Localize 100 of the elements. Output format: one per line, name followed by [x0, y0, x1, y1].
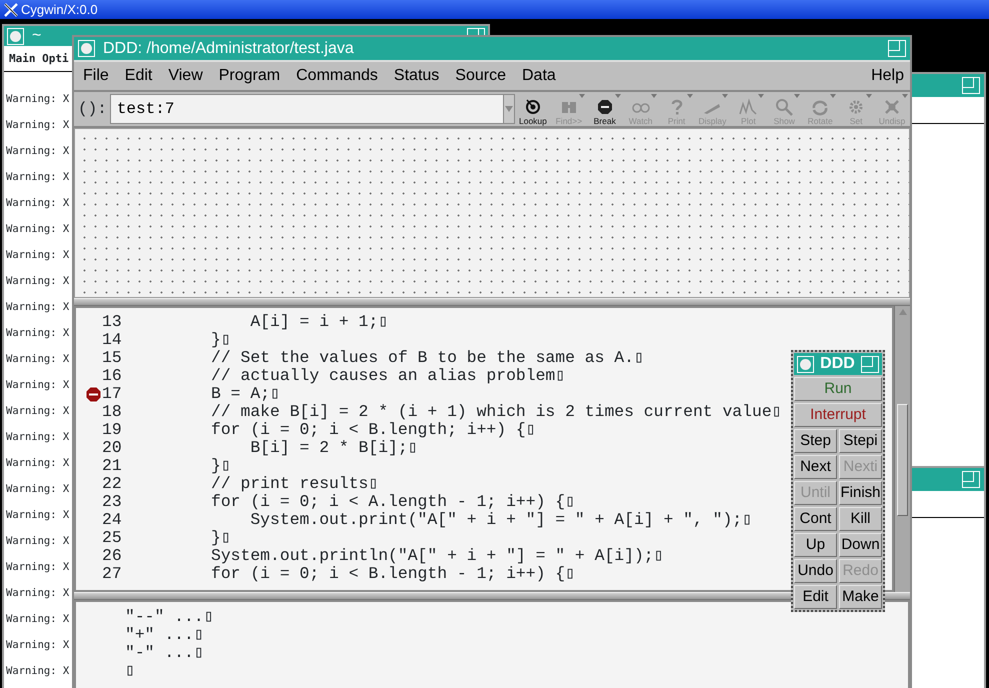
command-button[interactable]: Step [794, 429, 837, 453]
breakpoint-stop-icon[interactable] [86, 386, 101, 402]
command-button[interactable]: Interrupt [794, 403, 882, 427]
plot-icon [739, 98, 758, 116]
target-icon [524, 98, 542, 116]
line-number: 22 [102, 475, 123, 493]
code-line: A[i] = i + 1;▯ [249, 313, 388, 331]
command-button[interactable]: Up [794, 533, 837, 557]
menu-item[interactable]: Status [394, 64, 440, 88]
terminal-line: Warning: X [6, 145, 70, 158]
code-line: for (i = 0; i < A.length - 1; i++) {▯ [211, 493, 575, 511]
terminal-line: Warning: X [6, 275, 70, 288]
menu-item[interactable]: Edit [124, 64, 152, 88]
x-logo-icon [4, 2, 18, 16]
line-number: 16 [102, 367, 123, 385]
console-line: "--" ...▯ [125, 608, 215, 626]
pane-sash[interactable] [74, 592, 910, 600]
line-number: 17 [102, 385, 123, 403]
command-button[interactable]: Undo [794, 559, 837, 583]
menu-item[interactable]: Data [522, 64, 556, 88]
argument-label: (): [78, 100, 107, 118]
code-line: // actually causes an alias problem▯ [211, 367, 566, 385]
code-line: }▯ [211, 529, 231, 547]
toolbar-button[interactable]: Lookup [514, 92, 551, 126]
line-number: 14 [102, 331, 123, 349]
command-button[interactable]: Edit [794, 585, 837, 609]
terminal-line: Warning: X [6, 197, 70, 210]
command-button[interactable]: Run [794, 377, 882, 401]
menu-item[interactable]: Program [218, 64, 280, 88]
toolbar-button[interactable]: Break [586, 92, 623, 126]
window-title: DDD: /home/Administrator/test.java [103, 38, 354, 58]
code-line: System.out.print("A[" + i + "] = " + A[i] + ", ");▯ [249, 511, 752, 529]
window-menu-icon[interactable] [78, 40, 95, 57]
command-button[interactable]: Stepi [839, 429, 882, 453]
caret-icon [505, 105, 514, 113]
line-number: 24 [102, 511, 123, 529]
window-menu-icon[interactable] [7, 28, 24, 44]
terminal-line: Warning: X [6, 431, 70, 444]
terminal-line: Warning: X [6, 119, 70, 132]
maximize-icon[interactable] [962, 471, 980, 488]
command-button[interactable]: Make [839, 585, 882, 609]
terminal-line: Warning: X [6, 457, 70, 470]
line-number: 19 [102, 421, 123, 439]
terminal-line: Warning: X [6, 535, 70, 548]
maximize-icon[interactable] [962, 77, 980, 94]
menu-item[interactable]: View [168, 64, 203, 88]
scrollbar[interactable] [894, 306, 910, 592]
maximize-icon[interactable] [467, 28, 485, 36]
menu-item[interactable]: Source [455, 64, 506, 88]
menu-item[interactable]: Commands [296, 64, 378, 88]
argument-field[interactable]: test:7 [110, 94, 504, 124]
command-button[interactable]: Down [839, 533, 882, 557]
menu-item[interactable]: File [83, 64, 109, 88]
menu-item[interactable]: Help [871, 64, 904, 88]
line-number: 26 [102, 547, 123, 565]
line-number: 23 [102, 493, 123, 511]
terminal-line: Warning: X [6, 405, 70, 418]
line-number: 25 [102, 529, 123, 547]
console-line: ▯ [125, 662, 136, 680]
terminal-line: Warning: X [6, 301, 70, 314]
maximize-icon[interactable] [860, 356, 879, 372]
line-number: 18 [102, 403, 123, 421]
terminal-line: Warning: X [6, 509, 70, 522]
line-number: 13 [102, 313, 123, 331]
code-line: }▯ [211, 331, 231, 349]
window-title: ~ [32, 26, 42, 46]
console-line: "+" ...▯ [125, 626, 205, 644]
cross-icon [883, 98, 901, 116]
rotate-icon [811, 98, 830, 116]
scroll-up-icon[interactable] [898, 308, 908, 316]
dropdown-button[interactable] [503, 94, 515, 124]
terminal-line: Warning: X [6, 561, 70, 574]
terminal-line: Warning: X [6, 665, 70, 678]
gear-icon [847, 98, 866, 116]
command-button[interactable]: Cont [794, 507, 837, 531]
terminal-line: Warning: X [6, 639, 70, 652]
code-line: System.out.println("A[" + i + "] = " + A[i]);▯ [211, 547, 664, 565]
line-number: 20 [102, 439, 123, 457]
command-button[interactable]: Next [794, 455, 837, 479]
code-line: for (i = 0; i < B.length - 1; i++) {▯ [211, 565, 575, 583]
code-line: B = A;▯ [211, 385, 280, 403]
line-number: 27 [102, 565, 123, 583]
menu-item[interactable]: Main Opti [9, 52, 69, 65]
code-line: for (i = 0; i < B.length; i++) {▯ [211, 421, 536, 439]
stop-sign-icon [596, 98, 614, 116]
command-button[interactable]: Finish [839, 481, 882, 505]
console-line: "-" ...▯ [125, 644, 205, 662]
terminal-line: Warning: X [6, 613, 70, 626]
line-number: 15 [102, 349, 123, 367]
terminal-line: Warning: X [6, 483, 70, 496]
terminal-line: Warning: X [6, 249, 70, 262]
code-line: }▯ [211, 457, 231, 475]
terminal-line: Warning: X [6, 327, 70, 340]
code-line: // print results▯ [211, 475, 378, 493]
maximize-icon[interactable] [888, 40, 906, 57]
terminal-line: Warning: X [6, 587, 70, 600]
command-button[interactable]: Kill [839, 507, 882, 531]
window-menu-icon[interactable] [797, 356, 814, 372]
code-line: // make B[i] = 2 * (i + 1) which is 2 times current value▯ [211, 403, 782, 421]
terminal-line: Warning: X [6, 223, 70, 236]
